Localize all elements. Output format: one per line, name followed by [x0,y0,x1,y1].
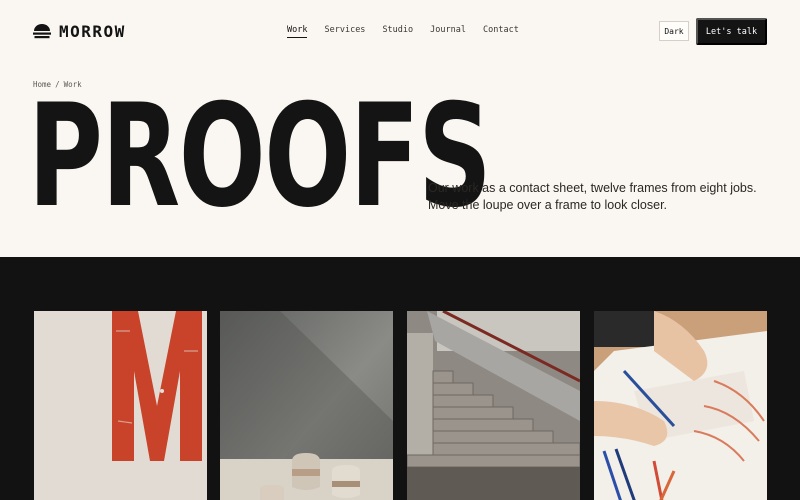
frame-ceramics[interactable] [220,311,393,500]
sketching-image [594,311,767,500]
frame-letterpress-poster[interactable] [34,311,207,500]
page-description: Our work as a contact sheet, twelve fram… [428,180,778,214]
brand-logo[interactable]: MORROW [33,20,126,42]
frame-staircase[interactable] [407,311,580,500]
hemisphere-stack-icon [33,24,51,39]
ceramics-image [220,311,393,500]
nav-item-services[interactable]: Services [324,25,365,38]
nav-item-work[interactable]: Work [287,25,308,38]
nav-item-studio[interactable]: Studio [382,25,413,38]
dark-mode-toggle[interactable]: Dark [659,21,689,41]
contact-sheet [0,257,800,500]
staircase-image [407,311,580,500]
description-line-1: Our work as a contact sheet, twelve fram… [428,181,757,195]
top-bar: MORROW Work Services Studio Journal Cont… [0,0,800,62]
lets-talk-button[interactable]: Let's talk [696,18,767,45]
description-line-2: Move the loupe over a frame to look clos… [428,198,668,212]
main-nav: Work Services Studio Journal Contact [287,25,519,38]
brand-name: MORROW [59,21,126,41]
letterpress-poster-image [34,311,207,500]
nav-item-contact[interactable]: Contact [483,25,519,38]
nav-item-journal[interactable]: Journal [430,25,466,38]
frame-sketching[interactable] [594,311,767,500]
page-title: PROOFS [28,74,492,239]
